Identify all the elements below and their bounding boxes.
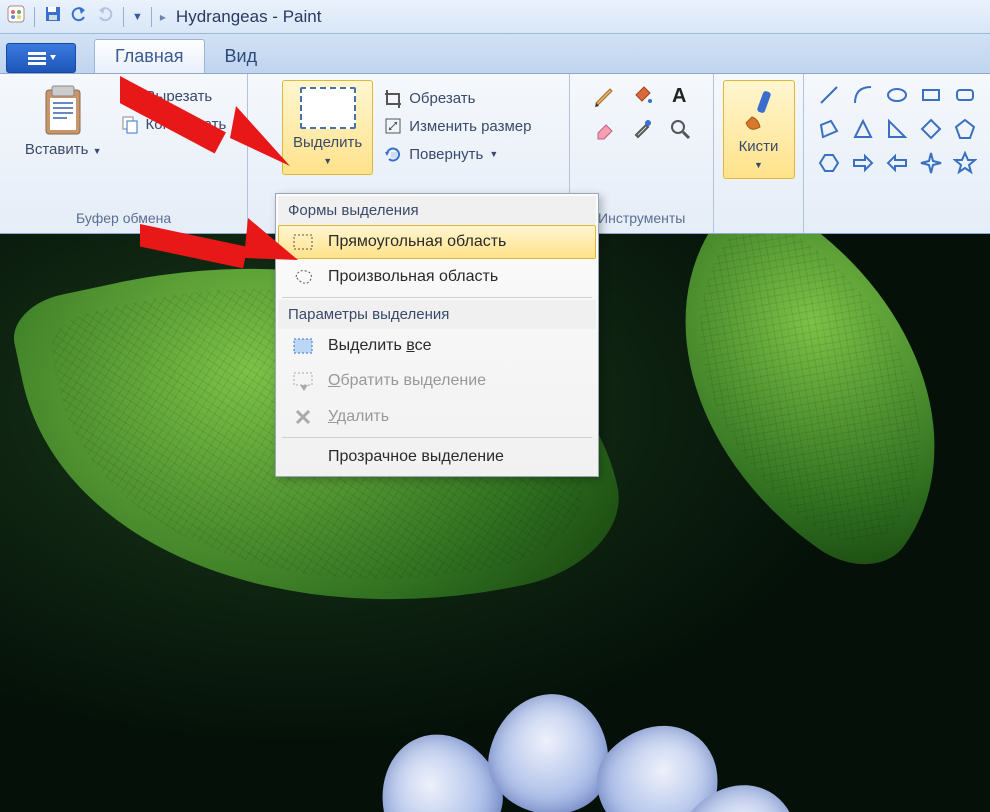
annotation-arrow-1: [120, 58, 290, 173]
shape-triangle[interactable]: [848, 114, 878, 144]
pencil-tool[interactable]: [587, 80, 621, 110]
rotate-icon: [383, 144, 403, 164]
shape-pentagon[interactable]: [950, 114, 980, 144]
shape-star5[interactable]: [950, 148, 980, 178]
shape-rect[interactable]: [916, 80, 946, 110]
title-arrow-icon: ▸: [160, 10, 166, 24]
qat-dropdown-icon[interactable]: ▼: [132, 11, 143, 23]
dropdown-section-forms: Формы выделения: [278, 196, 596, 225]
select-dropdown-menu: Формы выделения Прямоугольная область Пр…: [275, 193, 599, 477]
invert-selection-item[interactable]: Обратить выделение: [278, 363, 596, 399]
shape-oval[interactable]: [882, 80, 912, 110]
quick-access-toolbar: ▼: [0, 4, 160, 29]
magnifier-tool[interactable]: [663, 114, 697, 144]
resize-button[interactable]: Изменить размер: [379, 114, 535, 138]
shape-rarrow[interactable]: [848, 148, 878, 178]
eraser-tool[interactable]: [587, 114, 621, 144]
shape-curve[interactable]: [848, 80, 878, 110]
undo-icon[interactable]: [69, 4, 89, 29]
select-freeform-item[interactable]: Произвольная область: [278, 259, 596, 295]
picker-tool[interactable]: [625, 114, 659, 144]
select-all-icon: [292, 337, 314, 355]
redo-icon[interactable]: [95, 4, 115, 29]
invert-icon: [292, 371, 314, 391]
shape-diamond[interactable]: [916, 114, 946, 144]
select-all-item[interactable]: Выделить все: [278, 329, 596, 363]
rotate-button[interactable]: Повернуть ▼: [379, 142, 535, 166]
shape-rtriangle[interactable]: [882, 114, 912, 144]
file-menu-button[interactable]: [6, 43, 76, 73]
fill-tool[interactable]: [625, 80, 659, 110]
app-icon: [6, 4, 26, 29]
paste-button[interactable]: Вставить ▼: [17, 80, 110, 163]
image-leaf: [596, 233, 990, 588]
delete-selection-item[interactable]: Удалить: [278, 399, 596, 435]
select-rect-icon: [300, 87, 356, 129]
brush-icon: [738, 87, 780, 135]
text-tool[interactable]: A: [663, 80, 697, 110]
save-icon[interactable]: [43, 4, 63, 29]
shape-roundrect[interactable]: [950, 80, 980, 110]
shape-line[interactable]: [814, 80, 844, 110]
select-rectangular-item[interactable]: Прямоугольная область: [278, 225, 596, 259]
select-button[interactable]: Выделить▼: [282, 80, 373, 175]
title-bar: ▼ ▸ Hydrangeas - Paint: [0, 0, 990, 34]
shape-larrow[interactable]: [882, 148, 912, 178]
shape-star4[interactable]: [916, 148, 946, 178]
window-title: Hydrangeas - Paint: [176, 7, 322, 27]
clipboard-icon: [40, 84, 86, 138]
brushes-button[interactable]: Кисти▼: [723, 80, 795, 179]
annotation-arrow-2: [140, 210, 300, 285]
svg-text:A: A: [672, 85, 686, 107]
image-flower: [320, 614, 880, 812]
crop-icon: [383, 88, 403, 108]
transparent-selection-item[interactable]: Прозрачное выделение: [278, 440, 596, 474]
group-shapes: [804, 74, 990, 234]
dropdown-section-params: Параметры выделения: [278, 300, 596, 329]
delete-icon: [292, 407, 314, 427]
crop-button[interactable]: Обрезать: [379, 86, 535, 110]
shape-hexagon[interactable]: [814, 148, 844, 178]
group-brushes: Кисти▼: [714, 74, 804, 234]
resize-icon: [383, 116, 403, 136]
shape-poly[interactable]: [814, 114, 844, 144]
